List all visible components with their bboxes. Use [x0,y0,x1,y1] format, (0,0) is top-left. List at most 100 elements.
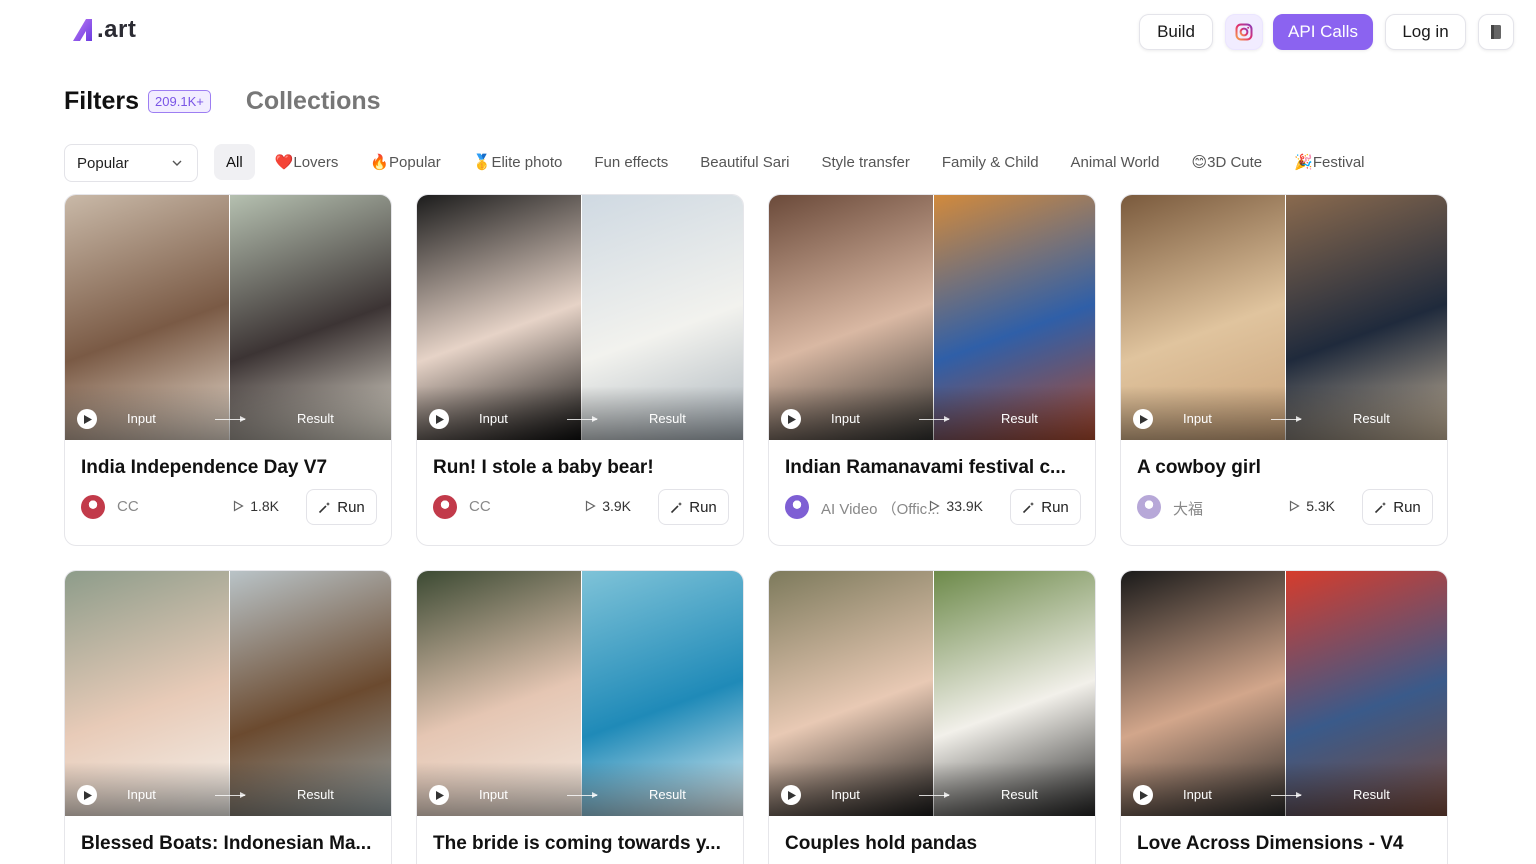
play-icon [788,414,796,424]
card-title[interactable]: The bride is coming towards y... [433,833,729,855]
run-count: 1.8K [233,498,279,514]
run-button[interactable]: Run [658,489,729,525]
filter-chip[interactable]: 🔥Popular [358,144,452,180]
run-button[interactable]: Run [1362,489,1433,525]
tab-collections[interactable]: Collections [246,87,381,116]
run-count-value: 5.3K [1306,498,1335,514]
card-meta: 大福 5.3K Run [1137,489,1433,525]
filter-card[interactable]: Input Result Run! I stole a baby bear! C… [416,194,744,546]
card-title[interactable]: India Independence Day V7 [81,457,377,479]
filter-chip[interactable]: Beautiful Sari [688,144,801,180]
play-button[interactable] [781,785,801,805]
author-name[interactable]: CC [117,498,237,515]
filter-card[interactable]: Input Result India Independence Day V7 C… [64,194,392,546]
tab-filters[interactable]: Filters [64,87,139,116]
card-title[interactable]: Couples hold pandas [785,833,1081,855]
avatar[interactable] [1137,495,1161,519]
thumbnail-shade [417,386,743,440]
input-label: Input [127,411,156,426]
filter-chip[interactable]: Style transfer [809,144,921,180]
run-button[interactable]: Run [1010,489,1081,525]
run-count-value: 3.9K [602,498,631,514]
tab-bar: Filters 209.1K+ Collections [64,86,381,116]
avatar[interactable] [433,495,457,519]
filter-chip[interactable]: Animal World [1059,144,1172,180]
play-button[interactable] [429,785,449,805]
chevron-down-icon [172,160,182,166]
filter-chip[interactable]: 😊3D Cute [1179,144,1274,180]
login-button[interactable]: Log in [1385,14,1466,50]
book-button[interactable] [1478,14,1514,50]
input-label: Input [127,787,156,802]
card-title[interactable]: A cowboy girl [1137,457,1433,479]
arrow-right-icon [1271,416,1302,422]
card-thumbnail[interactable]: Input Result [769,571,1095,816]
logo-text: .art [97,16,137,43]
card-title[interactable]: Blessed Boats: Indonesian Ma... [81,833,377,855]
logo[interactable]: .art [72,14,136,46]
result-label: Result [649,787,686,802]
card-meta: CC 1.8K Run [81,489,377,525]
play-icon [788,790,796,800]
card-thumbnail[interactable]: Input Result [417,195,743,440]
run-button-label: Run [689,498,717,516]
card-title[interactable]: Love Across Dimensions - V4 [1137,833,1433,855]
arrow-right-icon [567,416,598,422]
play-button[interactable] [1133,785,1153,805]
play-button[interactable] [77,785,97,805]
card-thumbnail[interactable]: Input Result [65,571,391,816]
book-icon [1491,25,1501,39]
filter-chip[interactable]: ❤️Lovers [263,144,351,180]
build-button[interactable]: Build [1139,14,1213,50]
card-thumbnail[interactable]: Input Result [1121,571,1447,816]
run-button[interactable]: Run [306,489,377,525]
result-label: Result [297,787,334,802]
card-thumbnail[interactable]: Input Result [769,195,1095,440]
play-button[interactable] [781,409,801,429]
run-count-value: 1.8K [250,498,279,514]
card-thumbnail[interactable]: Input Result [417,571,743,816]
magic-wand-icon [319,501,331,513]
filter-card[interactable]: Input Result Indian Ramanavami festival … [768,194,1096,546]
instagram-button[interactable] [1225,14,1263,50]
play-button[interactable] [1133,409,1153,429]
filter-card[interactable]: Input Result A cowboy girl 大福 5.3K Run [1120,194,1448,546]
avatar[interactable] [785,495,809,519]
filter-chip[interactable]: Family & Child [930,144,1051,180]
instagram-icon [1235,23,1253,41]
magic-wand-icon [671,501,683,513]
play-button[interactable] [429,409,449,429]
api-calls-button[interactable]: API Calls [1273,14,1373,50]
filter-chip[interactable]: 🎉Festival [1282,144,1376,180]
card-title[interactable]: Run! I stole a baby bear! [433,457,729,479]
filter-chip[interactable]: 🥇Elite photo [461,144,575,180]
input-label: Input [1183,411,1212,426]
play-button[interactable] [77,409,97,429]
filter-card[interactable]: Input Result The bride is coming towards… [416,570,744,864]
thumbnail-shade [65,762,391,816]
arrow-right-icon [215,792,246,798]
avatar[interactable] [81,495,105,519]
magic-wand-icon [1023,501,1035,513]
filter-card[interactable]: Input Result Couples hold pandas [768,570,1096,864]
author-name[interactable]: AI Video （Offic... [821,498,941,519]
result-label: Result [297,411,334,426]
card-thumbnail[interactable]: Input Result [65,195,391,440]
author-name[interactable]: CC [469,498,589,515]
card-thumbnail[interactable]: Input Result [1121,195,1447,440]
filter-card[interactable]: Input Result Love Across Dimensions - V4 [1120,570,1448,864]
filter-card[interactable]: Input Result Blessed Boats: Indonesian M… [64,570,392,864]
card-meta: CC 3.9K Run [433,489,729,525]
run-button-label: Run [1393,498,1421,516]
play-outline-icon [586,500,596,512]
play-outline-icon [930,500,941,512]
sort-select[interactable]: Popular [64,144,198,182]
card-title[interactable]: Indian Ramanavami festival c... [785,457,1081,479]
filter-chip[interactable]: Fun effects [582,144,680,180]
run-count: 33.9K [929,498,983,514]
play-icon [1140,414,1148,424]
card-meta: AI Video （Offic... 33.9K Run [785,489,1081,525]
filter-chip[interactable]: All [214,144,255,180]
author-name[interactable]: 大福 [1173,498,1293,519]
arrow-right-icon [919,792,950,798]
